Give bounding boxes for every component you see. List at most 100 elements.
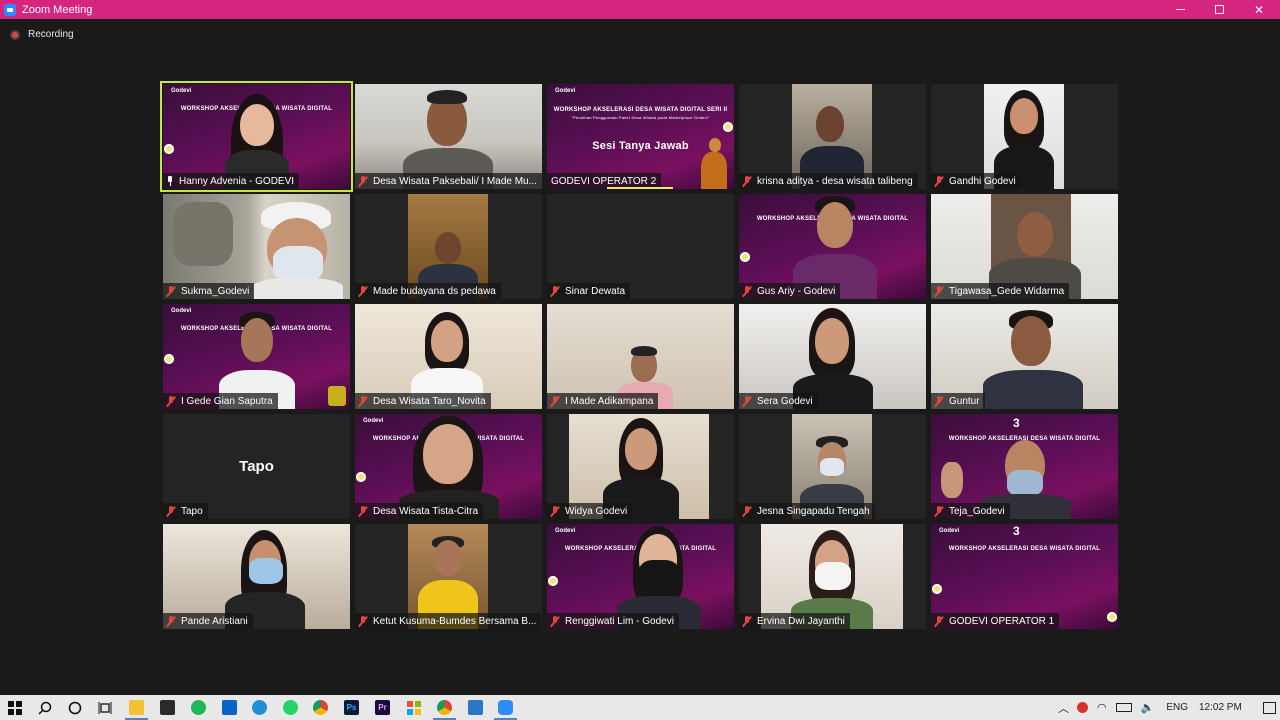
slide-title: WORKSHOP AKSELERASI DESA WISATA DIGITAL (948, 546, 1101, 552)
muted-mic-icon (741, 175, 752, 187)
photos-icon[interactable] (468, 700, 483, 715)
participant-name: Made budayana ds pedawa (355, 283, 501, 299)
close-button[interactable]: ✕ (1239, 0, 1279, 19)
video-tile-paksebali[interactable]: Desa Wisata Paksebali/ I Made Mu... (355, 84, 542, 189)
flower-decoration (356, 472, 366, 482)
video-tile-taro-novita[interactable]: Desa Wisata Taro_Novita (355, 304, 542, 409)
video-tile-sukma[interactable]: Sukma_Godevi (163, 194, 350, 299)
notification-icon[interactable] (1262, 701, 1276, 714)
video-tile-guntur[interactable]: Guntur (931, 304, 1118, 409)
muted-mic-icon (549, 395, 560, 407)
muted-mic-icon (357, 505, 368, 517)
video-tile-operator-2[interactable]: Godevi WORKSHOP AKSELERASI DESA WISATA D… (547, 84, 734, 189)
video-tile-renggiwati[interactable]: Godevi WORKSHOP AKSELERASI DESA WISATA D… (547, 524, 734, 629)
godevi-logo: Godevi (555, 88, 576, 94)
slide-title: WORKSHOP AKSELERASI DESA WISATA DIGITAL … (553, 107, 728, 113)
muted-mic-icon (165, 395, 176, 407)
mail-icon[interactable] (222, 700, 237, 715)
spotify-icon[interactable] (191, 700, 206, 715)
video-tile-hanny[interactable]: Godevi WORKSHOP AKSELERASI DESA WISATA D… (160, 81, 353, 192)
premiere-icon[interactable]: Pr (375, 700, 390, 715)
participant-name: Desa Wisata Taro_Novita (355, 393, 491, 409)
muted-mic-icon (357, 395, 368, 407)
participant-name: Tigawasa_Gede Widarma (931, 283, 1070, 299)
participant-name: Desa Wisata Paksebali/ I Made Mu... (355, 173, 542, 189)
photoshop-icon[interactable]: Ps (344, 700, 359, 715)
language-indicator[interactable]: ENG (1166, 702, 1188, 713)
record-icon (10, 29, 20, 40)
video-tile-tapo[interactable]: Tapo Tapo (163, 414, 350, 519)
muted-mic-icon (357, 175, 368, 187)
windows-store-icon[interactable] (406, 700, 421, 715)
store-icon[interactable] (160, 700, 175, 715)
close-icon: ✕ (1253, 2, 1265, 17)
muted-mic-icon (741, 615, 752, 627)
edge-icon[interactable] (252, 700, 267, 715)
maximize-button[interactable] (1199, 0, 1239, 19)
participant-name: Widya Godevi (547, 503, 633, 519)
participant-name: Gus Ariy - Godevi (739, 283, 841, 299)
video-tile-made-adikampana[interactable]: I Made Adikampana (547, 304, 734, 409)
muted-mic-icon (933, 615, 944, 627)
video-tile-gede-gian[interactable]: Godevi WORKSHOP AKSELERASI DESA WISATA D… (163, 304, 350, 409)
zoom-icon[interactable] (498, 700, 513, 715)
video-tile-sera[interactable]: Sera Godevi (739, 304, 926, 409)
video-tile-operator-1[interactable]: Godevi 3 WORKSHOP AKSELERASI DESA WISATA… (931, 524, 1118, 629)
flower-decoration (932, 584, 942, 594)
windows-taskbar: Ps Pr ︿ ◠ 🔈 ENG 12:02 PM (0, 695, 1280, 720)
task-view-icon[interactable] (97, 700, 112, 715)
participant-name: Desa Wisata Tista-Citra (355, 503, 484, 519)
video-tile-gandhi[interactable]: Gandhi Godevi (931, 84, 1118, 189)
muted-mic-icon (741, 285, 752, 297)
muted-mic-icon (549, 505, 560, 517)
video-tile-pande[interactable]: Pande Aristiani (163, 524, 350, 629)
godevi-logo: Godevi (171, 88, 192, 94)
chrome-icon[interactable] (313, 700, 328, 715)
participant-name: Gandhi Godevi (931, 173, 1021, 189)
muted-mic-icon (933, 395, 944, 407)
video-tile-tigawasa[interactable]: Tigawasa_Gede Widarma (931, 194, 1118, 299)
video-tile-made-budayana[interactable]: Made budayana ds pedawa (355, 194, 542, 299)
window-titlebar: Zoom Meeting (0, 0, 1280, 19)
video-tile-widya[interactable]: Widya Godevi (547, 414, 734, 519)
video-tile-gus-ariy[interactable]: WORKSHOP AKSELERASI DESA WISATA DIGITAL … (739, 194, 926, 299)
flower-decoration (723, 122, 733, 132)
participant-name: Hanny Advenia - GODEVI (163, 173, 300, 189)
chevron-up-icon[interactable]: ︿ (1058, 700, 1069, 716)
muted-mic-icon (549, 615, 560, 627)
video-tile-teja[interactable]: WORKSHOP AKSELERASI DESA WISATA DIGITAL … (931, 414, 1118, 519)
search-icon[interactable] (37, 700, 52, 715)
video-tile-ervina[interactable]: Ervina Dwi Jayanthi (739, 524, 926, 629)
clock[interactable]: 12:02 PM (1199, 702, 1242, 713)
video-tile-tista-citra[interactable]: Godevi WORKSHOP AKSELERASI DESA WISATA D… (355, 414, 542, 519)
video-tile-sinar-dewata[interactable]: Sinar Dewata (547, 194, 734, 299)
muted-mic-icon (357, 615, 368, 627)
volume-icon[interactable]: 🔈 (1141, 701, 1155, 714)
slide-heading: Sesi Tanya Jawab (592, 140, 689, 152)
video-tile-jesna[interactable]: Jesna Singapadu Tengah (739, 414, 926, 519)
video-tile-krisna[interactable]: krisna aditya - desa wisata talibeng (739, 84, 926, 189)
participant-name: Renggiwati Lim - Godevi (547, 613, 679, 629)
participant-name: krisna aditya - desa wisata talibeng (739, 173, 918, 189)
recording-indicator[interactable]: Recording (10, 29, 74, 40)
minimize-button[interactable] (1160, 0, 1200, 19)
chrome-2-icon[interactable] (437, 700, 452, 715)
slide-number: 3 (1013, 416, 1020, 430)
cortana-icon[interactable] (67, 700, 82, 715)
flower-decoration (1107, 612, 1117, 622)
wifi-icon[interactable]: ◠ (1097, 701, 1107, 714)
restore-icon (1214, 5, 1224, 14)
windows-start-icon[interactable] (7, 700, 22, 715)
minimize-icon (1175, 9, 1185, 10)
muted-mic-icon (165, 615, 176, 627)
whatsapp-icon[interactable] (283, 700, 298, 715)
participant-name: Guntur (931, 393, 985, 409)
file-explorer-icon[interactable] (129, 700, 144, 715)
muted-mic-icon (933, 505, 944, 517)
video-tile-ketut-kusuma[interactable]: Ketut Kusuma-Bumdes Bersama B... (355, 524, 542, 629)
battery-icon[interactable] (1115, 703, 1132, 712)
antivirus-icon[interactable] (1077, 702, 1088, 713)
muted-mic-icon (933, 175, 944, 187)
pin-icon (166, 176, 174, 186)
system-tray: ︿ ◠ 🔈 ENG 12:02 PM (1058, 695, 1276, 720)
